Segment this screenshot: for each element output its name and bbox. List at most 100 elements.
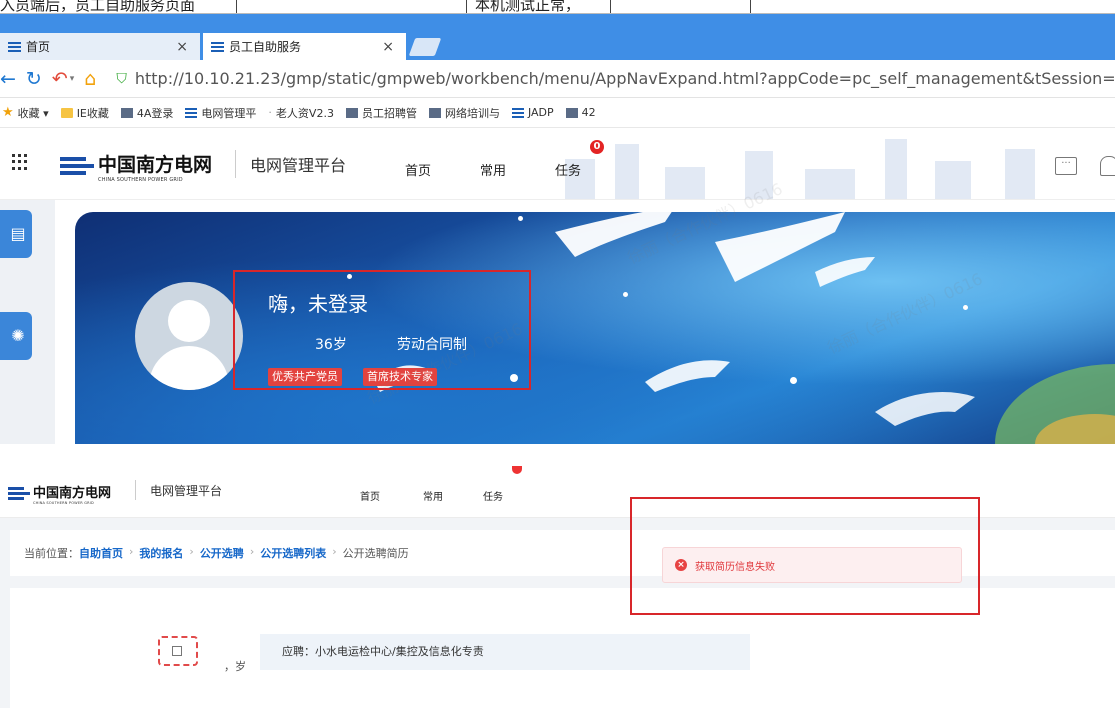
task-badge-partial bbox=[512, 466, 522, 474]
url-field[interactable]: http://10.10.21.23/gmp/static/gmpweb/wor… bbox=[135, 69, 1115, 88]
chevron-right-icon: › bbox=[332, 545, 337, 558]
table-divider bbox=[610, 0, 611, 13]
divider bbox=[235, 150, 236, 178]
tab-home[interactable]: 首页 × bbox=[0, 33, 200, 60]
nav-common[interactable]: 常用 bbox=[423, 488, 443, 503]
skyline-decoration bbox=[565, 139, 1035, 199]
doc-icon bbox=[120, 107, 133, 118]
csg-logo-icon bbox=[60, 155, 94, 179]
clipped-text-right: 本机测试正常， bbox=[475, 0, 581, 14]
app-grid-icon[interactable] bbox=[12, 154, 28, 170]
star-icon: ★ bbox=[2, 105, 14, 120]
sgcc-icon bbox=[211, 41, 224, 52]
chevron-right-icon: › bbox=[189, 545, 194, 558]
bell-icon[interactable] bbox=[1100, 156, 1115, 176]
breadcrumb-link[interactable]: 公开选聘 bbox=[200, 545, 244, 561]
back-arrow-icon[interactable]: ← bbox=[0, 68, 16, 90]
sgcc-icon bbox=[511, 107, 524, 118]
sgcc-icon bbox=[8, 41, 21, 52]
favorite-item[interactable]: ★ 收藏 ▾ bbox=[2, 105, 49, 121]
favorite-item[interactable]: · 老人资V2.3 bbox=[268, 105, 334, 121]
favorite-label: 4A登录 bbox=[136, 106, 174, 120]
undo-icon[interactable]: ↶ bbox=[52, 68, 68, 90]
message-icon[interactable]: ··· bbox=[1055, 157, 1077, 175]
logo-en: CHINA SOUTHERN POWER GRID bbox=[33, 501, 94, 505]
csg-logo-icon bbox=[8, 486, 30, 502]
clipped-document-strip: 入员端后，员工自助服务页面 本机测试正常， bbox=[0, 0, 1115, 14]
close-icon[interactable]: × bbox=[176, 39, 188, 55]
nav-home[interactable]: 首页 bbox=[360, 488, 380, 503]
age-placeholder: ，岁 bbox=[224, 660, 246, 673]
chevron-right-icon: › bbox=[249, 545, 255, 558]
folder-icon bbox=[60, 107, 73, 118]
brand-logo[interactable]: 中国南方电网 CHINA SOUTHERN POWER GRID bbox=[60, 150, 212, 183]
task-count-badge: 0 bbox=[590, 140, 604, 154]
resume-photo-placeholder bbox=[150, 628, 212, 682]
favorite-label: 网络培训与 bbox=[444, 106, 500, 120]
profile-banner: 嗨，未登录 36岁 劳动合同制 优秀共产党员 首席技术专家 bbox=[75, 212, 1115, 444]
breadcrumb: 当前位置： 自助首页 › 我的报名 › 公开选聘 › 公开选聘列表 › 公开选聘… bbox=[24, 545, 409, 561]
annotation-highlight-box bbox=[233, 270, 531, 390]
chevron-right-icon: › bbox=[129, 545, 134, 558]
favorite-item[interactable]: 42 bbox=[565, 106, 596, 119]
table-divider bbox=[750, 0, 751, 13]
breadcrumb-link[interactable]: 自助首页 bbox=[79, 545, 123, 561]
nav-home[interactable]: 首页 bbox=[405, 160, 431, 179]
nav-common[interactable]: 常用 bbox=[480, 160, 506, 179]
settings-icon[interactable]: ✺ bbox=[8, 326, 28, 345]
tab-label: 员工自助服务 bbox=[229, 40, 302, 54]
close-icon[interactable]: × bbox=[382, 39, 394, 55]
address-bar: ← ↻ ↶ ▾ ⌂ ⛉ http://10.10.21.23/gmp/stati… bbox=[0, 60, 1115, 98]
table-divider bbox=[466, 0, 467, 13]
favorites-bar: ★ 收藏 ▾ IE收藏 4A登录 电网管理平 · 老人资V2.3 员工招聘管 网… bbox=[0, 98, 1115, 128]
clipboard-icon[interactable]: ▤ bbox=[8, 224, 28, 243]
favorite-item[interactable]: IE收藏 bbox=[60, 105, 109, 121]
favorite-label: 电网管理平 bbox=[201, 106, 257, 120]
left-rail: ▤ ✺ bbox=[0, 200, 55, 444]
doc-icon bbox=[565, 107, 578, 118]
logo-cn: 中国南方电网 bbox=[33, 486, 112, 501]
tab-label: 首页 bbox=[26, 40, 51, 54]
favorite-item[interactable]: 电网管理平 bbox=[185, 105, 256, 121]
breadcrumb-current: 公开选聘简历 bbox=[342, 547, 409, 560]
table-divider bbox=[236, 0, 237, 13]
avatar[interactable] bbox=[135, 282, 243, 390]
platform-title: 电网管理平台 bbox=[250, 156, 347, 175]
light-dot bbox=[623, 292, 628, 297]
favorite-item[interactable]: 网络培训与 bbox=[428, 105, 500, 121]
breadcrumb-prefix: 当前位置： bbox=[24, 547, 79, 560]
favorite-item[interactable]: 员工招聘管 bbox=[345, 105, 417, 121]
refresh-icon[interactable]: ↻ bbox=[26, 68, 42, 90]
favorite-item[interactable]: JADP bbox=[511, 106, 554, 119]
dropdown-icon[interactable]: ▾ bbox=[70, 74, 75, 84]
browser-tab-bar: 首页 × 员工自助服务 × bbox=[0, 14, 1115, 60]
logo-cn: 中国南方电网 bbox=[98, 154, 213, 176]
screenshot-root: 入员端后，员工自助服务页面 本机测试正常， 首页 × 员工自助服务 × ← ↻ … bbox=[0, 0, 1115, 708]
shield-icon: ⛉ bbox=[116, 70, 127, 87]
favorite-label: JADP bbox=[527, 106, 554, 119]
light-dot bbox=[963, 305, 968, 310]
clipped-text-left: 入员端后，员工自助服务页面 bbox=[0, 0, 196, 14]
home-icon[interactable]: ⌂ bbox=[84, 68, 96, 90]
nav-tasks[interactable]: 任务 bbox=[483, 488, 503, 503]
platform-title: 电网管理平台 bbox=[150, 484, 223, 498]
favorite-label: IE收藏 bbox=[76, 106, 109, 120]
favorite-label: 老人资V2.3 bbox=[275, 106, 334, 120]
doc-icon bbox=[345, 107, 358, 118]
favorite-item[interactable]: 4A登录 bbox=[120, 105, 174, 121]
favorite-label: 收藏 ▾ bbox=[17, 106, 49, 120]
applied-position: 应聘：小水电运检中心/集控及信息化专责 bbox=[260, 634, 750, 670]
favorite-label: 员工招聘管 bbox=[361, 106, 417, 120]
logo-en: CHINA SOUTHERN POWER GRID bbox=[98, 177, 183, 183]
breadcrumb-link[interactable]: 我的报名 bbox=[139, 545, 183, 561]
favorite-label: 42 bbox=[581, 106, 596, 119]
annotation-highlight-box bbox=[630, 497, 980, 615]
doc-icon bbox=[428, 107, 441, 118]
breadcrumb-link[interactable]: 公开选聘列表 bbox=[260, 545, 326, 561]
nav-tasks[interactable]: 任务 bbox=[555, 160, 581, 179]
tab-self-service[interactable]: 员工自助服务 × bbox=[203, 33, 406, 60]
screenshot-gap bbox=[0, 444, 1115, 466]
sgcc-icon bbox=[185, 107, 198, 118]
brand-logo[interactable]: 中国南方电网 CHINA SOUTHERN POWER GRID bbox=[8, 482, 111, 505]
new-tab-button[interactable] bbox=[408, 38, 442, 56]
